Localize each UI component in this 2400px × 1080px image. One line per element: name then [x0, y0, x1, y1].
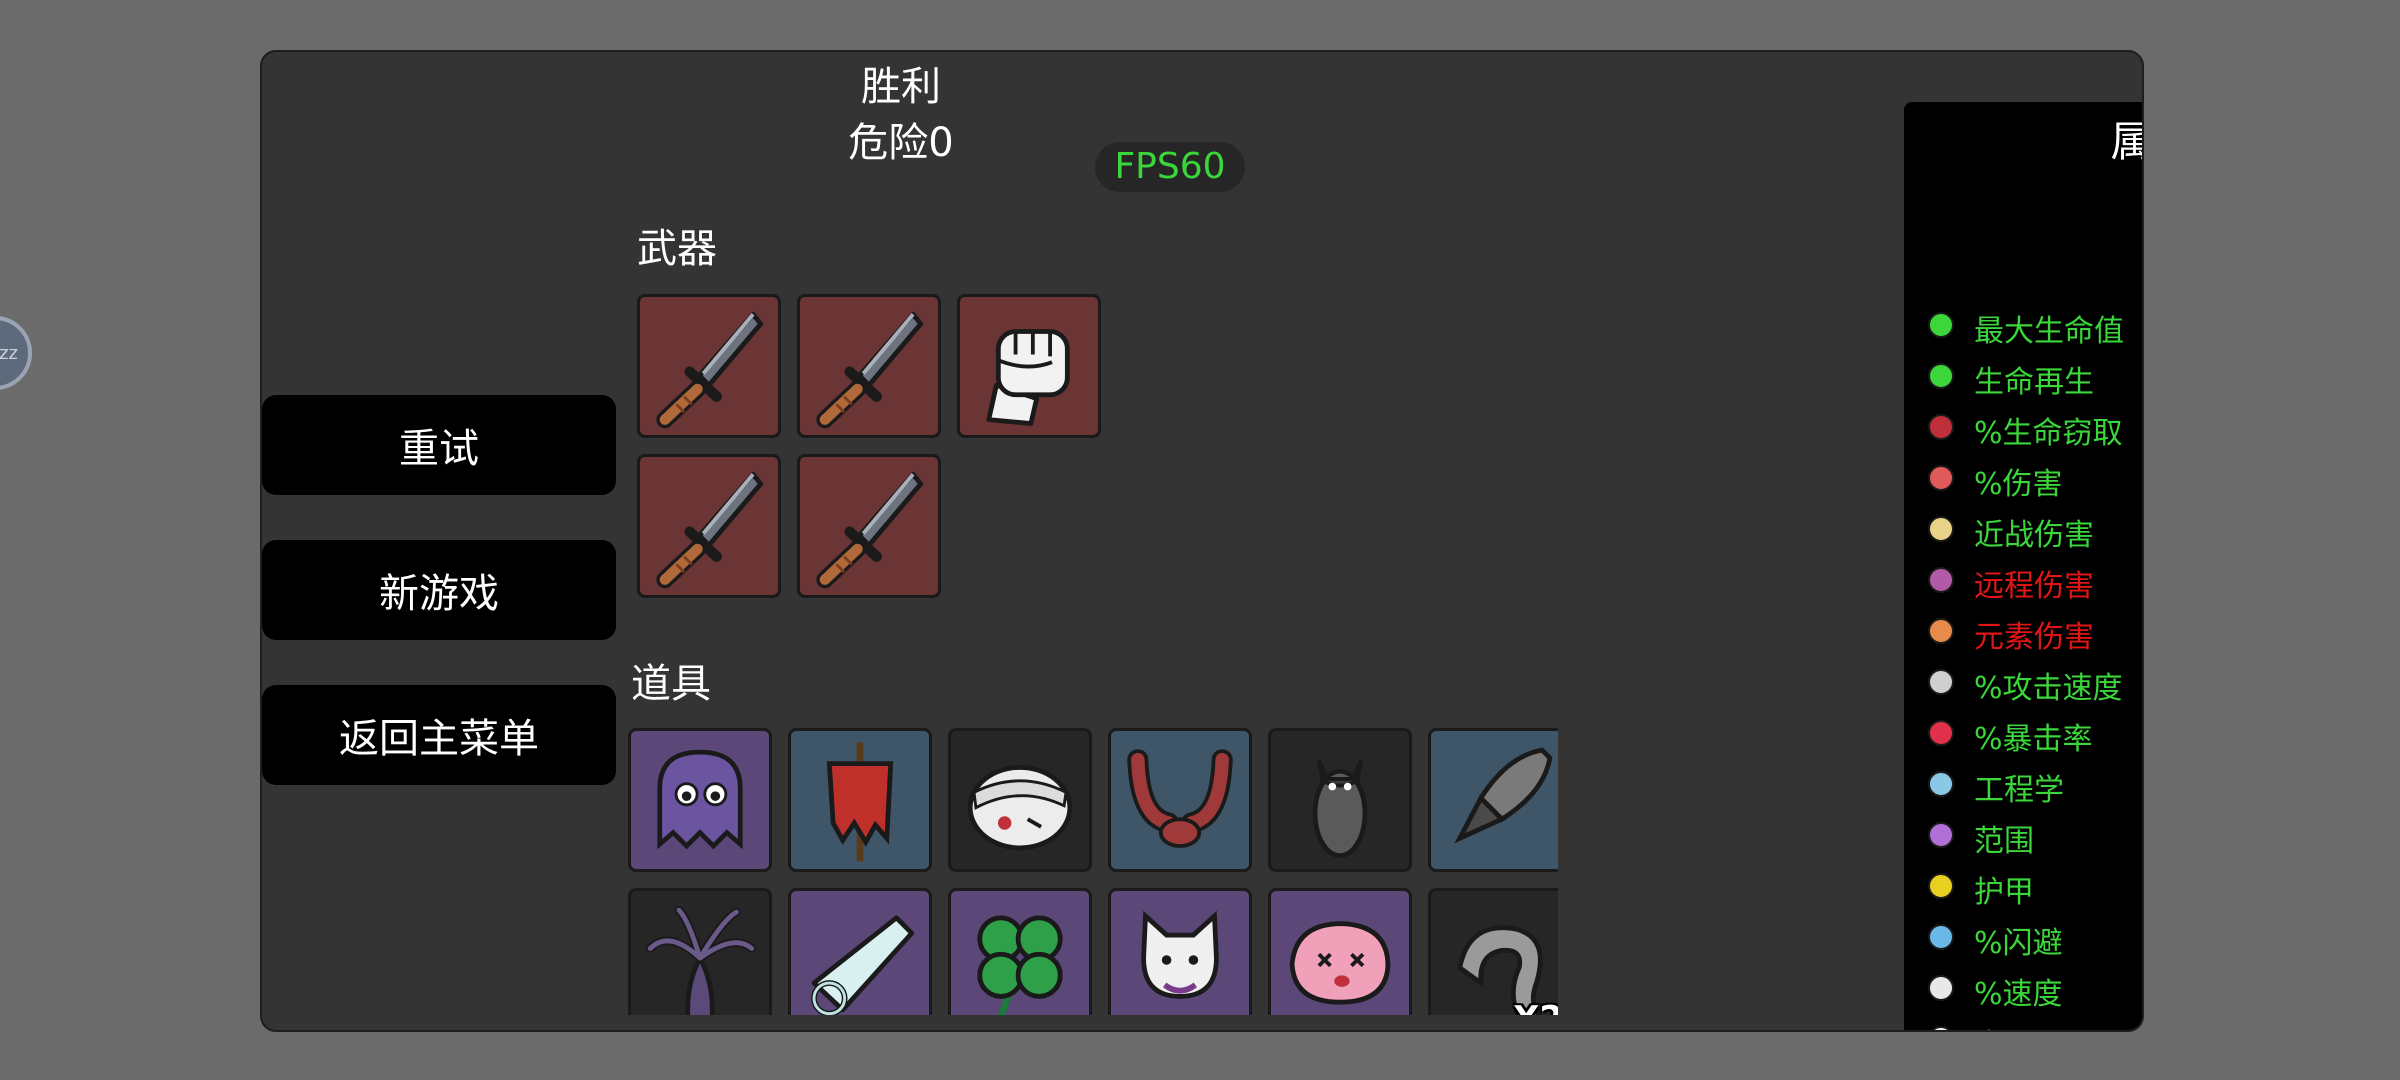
results-panel: 胜利 危险0 FPS60 重试 新游戏 返回主菜单 武器 道具 X2 属性 最大…	[260, 50, 2144, 1032]
stat-name: 远程伤害	[1974, 569, 2094, 604]
stat-name: 最大生命值	[1974, 314, 2124, 349]
item-slot[interactable]	[1268, 728, 1412, 872]
item-slot[interactable]	[1108, 888, 1252, 1015]
shield-icon	[1928, 873, 1954, 899]
stat-name: %速度	[1974, 977, 2063, 1012]
stat-name: %攻击速度	[1974, 671, 2123, 706]
stat-name: %暴击率	[1974, 722, 2093, 757]
crit-icon	[1928, 720, 1954, 746]
stat-name: 范围	[1974, 824, 2034, 859]
stat-row[interactable]: 元素伤害-8	[1924, 608, 2142, 656]
stat-name: %生命窃取	[1974, 416, 2123, 451]
weapons-title: 武器	[637, 226, 717, 272]
wrench-icon	[1928, 771, 1954, 797]
heart-icon	[1928, 312, 1954, 338]
stats-panel: 属性 最大生命值108生命再生21%生命窃取3%伤害41近战伤害33远程伤害-5…	[1904, 102, 2142, 1030]
stat-row[interactable]: %生命窃取3	[1924, 404, 2142, 452]
stats-title: 属性	[1904, 108, 2142, 169]
danger-level: 危险0	[848, 120, 954, 166]
page-title: 胜利	[861, 64, 941, 110]
new-game-button[interactable]: 新游戏	[262, 540, 616, 640]
muscle-icon	[1928, 465, 1954, 491]
stat-row[interactable]: %伤害41	[1924, 455, 2142, 503]
item-slot[interactable]: X2	[1428, 888, 1558, 1015]
fps-counter: FPS60	[1095, 142, 1245, 192]
dice-icon	[1931, 1026, 1951, 1030]
flame-icon	[1928, 618, 1954, 644]
side-floating-button[interactable]: zz	[0, 316, 32, 390]
dodge-icon	[1928, 924, 1954, 950]
stat-row[interactable]: %攻击速度1	[1924, 659, 2142, 707]
stat-row[interactable]: %闪避25	[1924, 914, 2142, 962]
item-count-badge: X2	[1513, 999, 1558, 1015]
stat-row[interactable]: 生命再生21	[1924, 353, 2142, 401]
stat-name: %闪避	[1974, 926, 2063, 961]
weapon-slot[interactable]	[797, 454, 941, 598]
side-button-label: zz	[0, 342, 18, 364]
stat-name: 生命再生	[1974, 365, 2094, 400]
fangs-icon	[1928, 414, 1954, 440]
heart-plus-icon	[1928, 363, 1954, 389]
weapon-slot[interactable]	[637, 454, 781, 598]
range-icon	[1928, 822, 1954, 848]
stat-row[interactable]: 最大生命值108	[1924, 302, 2142, 350]
weapon-slot[interactable]	[797, 294, 941, 438]
stat-row[interactable]: 近战伤害33	[1924, 506, 2142, 554]
bow-icon	[1928, 567, 1954, 593]
stat-row[interactable]: 护甲25	[1924, 863, 2142, 911]
stat-row[interactable]: 工程学2	[1924, 761, 2142, 809]
item-slot[interactable]	[788, 728, 932, 872]
weapon-slot[interactable]	[637, 294, 781, 438]
stat-name: 护甲	[1974, 875, 2034, 910]
item-slot[interactable]	[628, 728, 772, 872]
item-slot[interactable]	[1428, 728, 1558, 872]
weapon-slot[interactable]	[957, 294, 1101, 438]
stat-row[interactable]: 幸运82	[1924, 1016, 2142, 1030]
items-grid: X2	[628, 728, 1558, 1015]
stat-row[interactable]: 范围15	[1924, 812, 2142, 860]
items-title: 道具	[631, 661, 711, 707]
retry-button[interactable]: 重试	[262, 395, 616, 495]
stat-row[interactable]: %暴击率19	[1924, 710, 2142, 758]
stat-name: %伤害	[1974, 467, 2063, 502]
boot-icon	[1928, 975, 1954, 1001]
item-slot[interactable]	[628, 888, 772, 1015]
item-slot[interactable]	[1108, 728, 1252, 872]
item-slot[interactable]	[788, 888, 932, 1015]
stat-name: 元素伤害	[1974, 620, 2094, 655]
stat-name: 工程学	[1974, 773, 2064, 808]
main-menu-button[interactable]: 返回主菜单	[262, 685, 616, 785]
item-slot[interactable]	[948, 728, 1092, 872]
sword-icon	[1928, 516, 1954, 542]
stat-row[interactable]: 远程伤害-52	[1924, 557, 2142, 605]
stat-name: 近战伤害	[1974, 518, 2094, 553]
item-slot[interactable]	[1268, 888, 1412, 1015]
stat-row[interactable]: %速度22	[1924, 965, 2142, 1013]
hourglass-icon	[1928, 669, 1954, 695]
item-slot[interactable]	[948, 888, 1092, 1015]
stat-name: 幸运	[1974, 1020, 2034, 1030]
